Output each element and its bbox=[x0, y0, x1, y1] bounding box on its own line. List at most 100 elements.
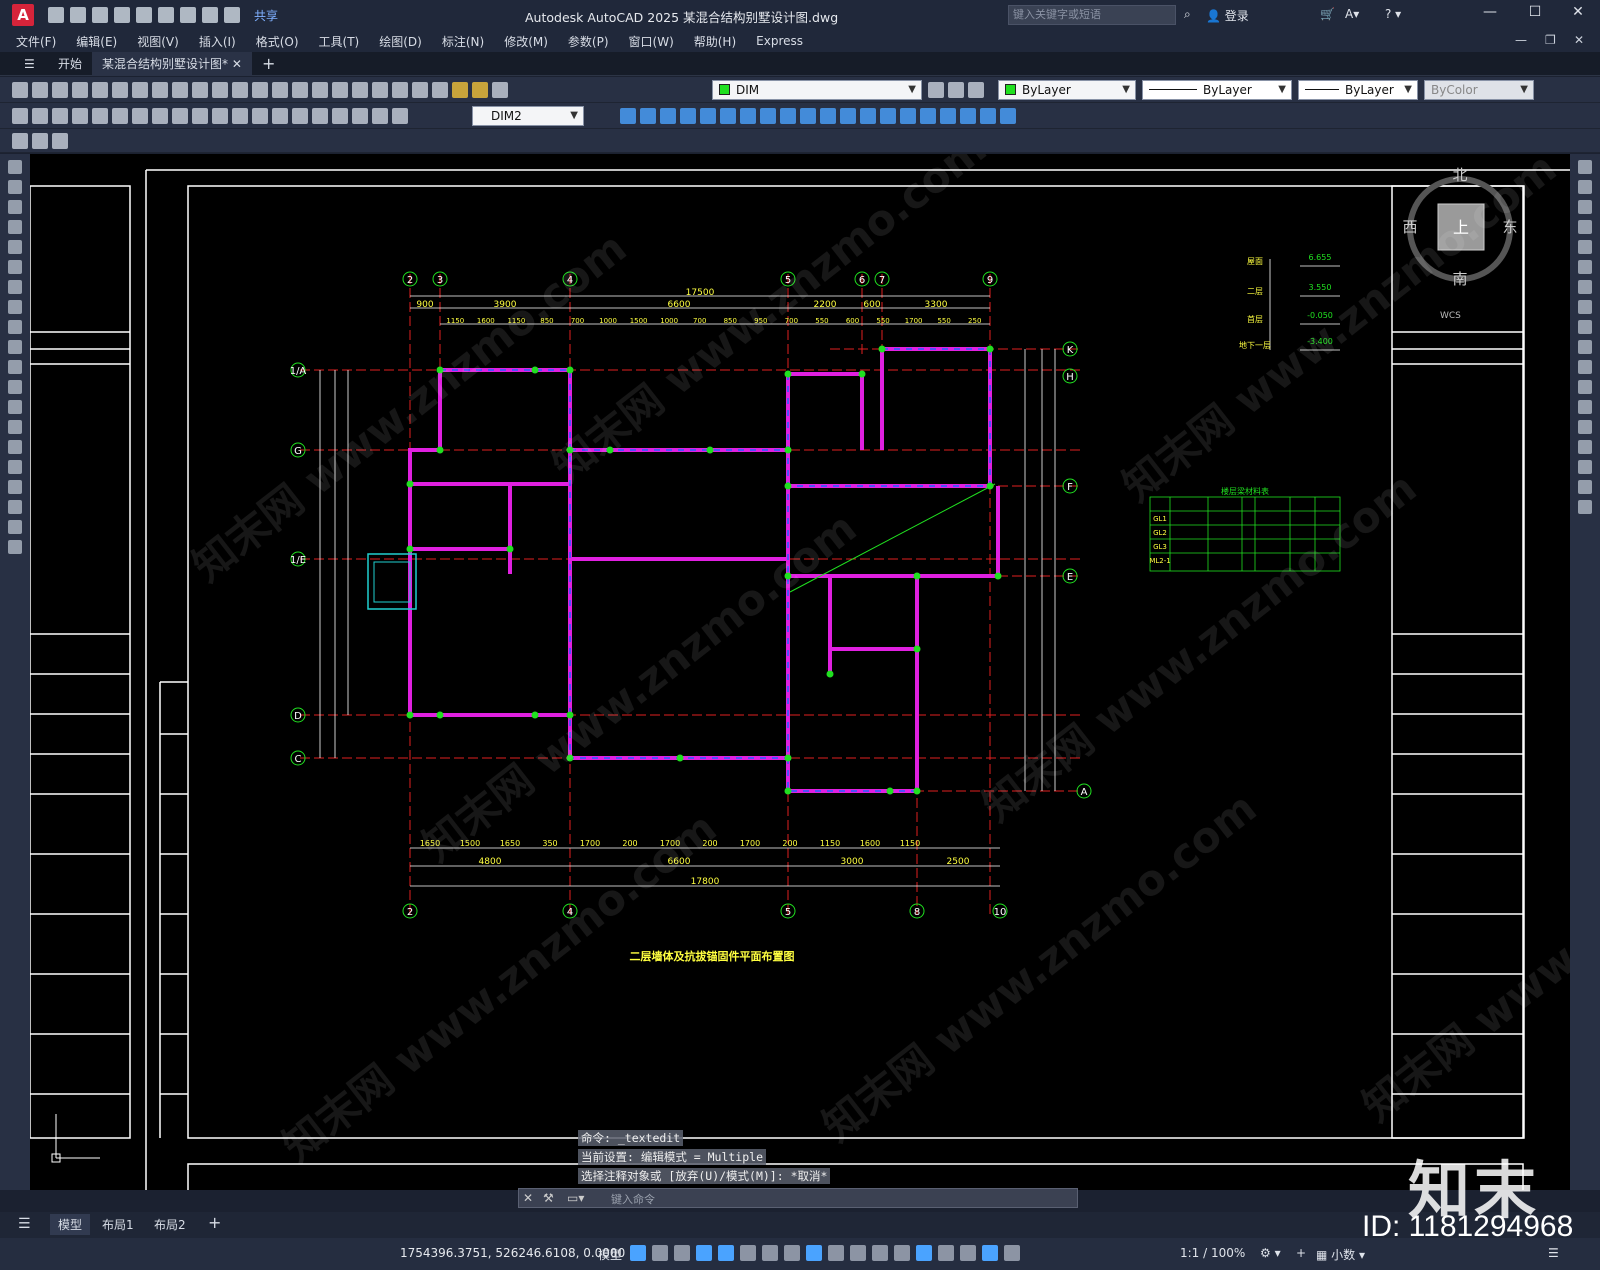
menu-tools[interactable]: 工具(T) bbox=[319, 33, 360, 50]
explode-icon[interactable] bbox=[1578, 500, 1592, 514]
workspace-gear-icon[interactable]: ⚙ ▾ bbox=[1260, 1246, 1281, 1260]
tolerance-icon[interactable] bbox=[272, 108, 288, 124]
menu-draw[interactable]: 绘图(D) bbox=[379, 33, 422, 50]
menu-dimension[interactable]: 标注(N) bbox=[442, 33, 484, 50]
stretch-icon[interactable] bbox=[760, 108, 776, 124]
selection-cycling-icon[interactable] bbox=[872, 1245, 888, 1261]
zoom-prev-icon[interactable] bbox=[312, 82, 328, 98]
join-icon[interactable] bbox=[1578, 420, 1592, 434]
copy-obj-icon[interactable] bbox=[620, 108, 636, 124]
doc-restore-icon[interactable]: ❐ bbox=[1545, 33, 1556, 47]
polygon-icon[interactable] bbox=[8, 220, 22, 234]
isodraft-icon[interactable] bbox=[762, 1245, 778, 1261]
chamfer-icon[interactable] bbox=[860, 108, 876, 124]
dim-linear-icon[interactable] bbox=[12, 108, 28, 124]
menu-edit[interactable]: 编辑(E) bbox=[76, 33, 117, 50]
new-icon[interactable] bbox=[48, 7, 64, 23]
save-icon[interactable] bbox=[52, 82, 68, 98]
menu-hamburger-icon[interactable]: ☰ bbox=[14, 52, 45, 76]
dim-arc-icon[interactable] bbox=[52, 108, 68, 124]
dim-angular-icon[interactable] bbox=[152, 108, 168, 124]
stretch-icon[interactable] bbox=[1578, 320, 1592, 334]
publish-icon[interactable] bbox=[112, 82, 128, 98]
save-icon[interactable] bbox=[92, 7, 108, 23]
array-icon[interactable] bbox=[680, 108, 696, 124]
menu-window[interactable]: 窗口(W) bbox=[629, 33, 674, 50]
autodesk-icon[interactable]: A▾ bbox=[1345, 7, 1359, 21]
menu-help[interactable]: 帮助(H) bbox=[694, 33, 736, 50]
center-mark-icon[interactable] bbox=[292, 108, 308, 124]
tab-start[interactable]: 开始 bbox=[48, 52, 92, 76]
units-dropdown[interactable]: ▦ 小数 ▾ bbox=[1316, 1246, 1365, 1263]
copy-icon[interactable] bbox=[152, 82, 168, 98]
circle-icon[interactable] bbox=[8, 280, 22, 294]
menu-parametric[interactable]: 参数(P) bbox=[568, 33, 609, 50]
table-icon[interactable] bbox=[8, 500, 22, 514]
rotate-icon[interactable] bbox=[720, 108, 736, 124]
revcloud-icon[interactable] bbox=[8, 300, 22, 314]
annotation-monitor-icon[interactable]: + bbox=[1296, 1246, 1306, 1260]
web-open-icon[interactable] bbox=[136, 7, 152, 23]
extend-icon[interactable] bbox=[1578, 360, 1592, 374]
extend-icon[interactable] bbox=[800, 108, 816, 124]
snap-icon[interactable] bbox=[652, 1245, 668, 1261]
osnap-icon[interactable] bbox=[806, 1245, 822, 1261]
help-icon[interactable] bbox=[432, 82, 448, 98]
selection-filter-icon[interactable] bbox=[938, 1245, 954, 1261]
layer-prev-icon[interactable] bbox=[948, 82, 964, 98]
gradient-icon[interactable] bbox=[8, 460, 22, 474]
tab-layout2[interactable]: 布局2 bbox=[154, 1216, 186, 1233]
cart-icon[interactable]: 🛒 bbox=[1320, 7, 1335, 21]
share-button[interactable]: 共享 bbox=[254, 7, 278, 24]
menu-file[interactable]: 文件(F) bbox=[16, 33, 56, 50]
construction-line-icon[interactable] bbox=[8, 180, 22, 194]
search-icon[interactable]: ⌕ bbox=[1184, 7, 1191, 22]
tab-close-icon[interactable]: ✕ bbox=[232, 57, 242, 71]
layer-state-icon[interactable] bbox=[452, 82, 468, 98]
chamfer-icon[interactable] bbox=[1578, 440, 1592, 454]
dim-jogged-icon[interactable] bbox=[112, 108, 128, 124]
dynamic-input-icon[interactable] bbox=[696, 1245, 712, 1261]
ellipse-icon[interactable] bbox=[8, 340, 22, 354]
intersect-icon[interactable] bbox=[1000, 108, 1016, 124]
tool-palette-icon[interactable] bbox=[372, 82, 388, 98]
layer-states-icon[interactable] bbox=[968, 82, 984, 98]
edit-block-icon[interactable] bbox=[12, 133, 28, 149]
tab-layout1[interactable]: 布局1 bbox=[102, 1216, 134, 1233]
transparency-icon[interactable] bbox=[850, 1245, 866, 1261]
insert-icon[interactable] bbox=[8, 380, 22, 394]
infer-icon[interactable] bbox=[674, 1245, 690, 1261]
customize-icon[interactable]: ☰ bbox=[1548, 1246, 1559, 1260]
auto-scale-icon[interactable] bbox=[1004, 1245, 1020, 1261]
add-selected-icon[interactable] bbox=[8, 540, 22, 554]
wrench-icon[interactable]: ⚒ bbox=[543, 1191, 554, 1205]
inspect-icon[interactable] bbox=[312, 108, 328, 124]
copy-icon[interactable] bbox=[1578, 180, 1592, 194]
autocad-logo[interactable]: A bbox=[12, 4, 34, 26]
dim-radius-icon[interactable] bbox=[92, 108, 108, 124]
annotation-visibility-icon[interactable] bbox=[982, 1245, 998, 1261]
lineweight-icon[interactable] bbox=[828, 1245, 844, 1261]
array-icon[interactable] bbox=[1578, 240, 1592, 254]
dimstyle-dropdown[interactable]: DIM2 ▼ bbox=[472, 106, 584, 126]
make-current-icon[interactable] bbox=[928, 82, 944, 98]
redo-icon[interactable] bbox=[232, 82, 248, 98]
attribute-icon[interactable] bbox=[52, 133, 68, 149]
join-icon[interactable] bbox=[840, 108, 856, 124]
menu-format[interactable]: 格式(O) bbox=[256, 33, 299, 50]
redo-icon[interactable] bbox=[224, 7, 240, 23]
region-icon[interactable] bbox=[8, 480, 22, 494]
doc-close-icon[interactable]: ✕ bbox=[1574, 33, 1584, 47]
menu-modify[interactable]: 修改(M) bbox=[504, 33, 548, 50]
layer-freeze-icon[interactable] bbox=[492, 82, 508, 98]
dynamic-ucs-icon[interactable] bbox=[916, 1245, 932, 1261]
open-icon[interactable] bbox=[32, 82, 48, 98]
fillet-icon[interactable] bbox=[1578, 460, 1592, 474]
gizmo-icon[interactable] bbox=[960, 1245, 976, 1261]
hatch-icon[interactable] bbox=[8, 440, 22, 454]
pan-icon[interactable] bbox=[252, 82, 268, 98]
annotation-scale[interactable]: 1:1 / 100% bbox=[1180, 1246, 1245, 1260]
cut-icon[interactable] bbox=[132, 82, 148, 98]
model-space-toggle[interactable]: 模型 bbox=[598, 1246, 622, 1263]
layout-menu-icon[interactable]: ☰ bbox=[18, 1216, 31, 1232]
